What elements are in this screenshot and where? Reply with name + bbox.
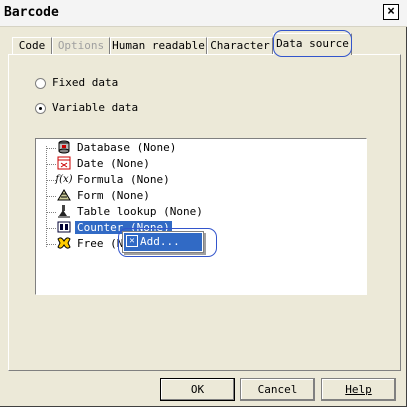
formula-icon: f(x) (55, 173, 73, 185)
fixed-data-option[interactable]: Fixed data (35, 76, 118, 89)
close-button[interactable]: × (383, 4, 399, 20)
window-title: Barcode (4, 5, 59, 20)
radio-variable-icon[interactable] (35, 102, 46, 114)
form-icon (56, 187, 72, 203)
free-icon (56, 235, 72, 251)
tab-human-readable[interactable]: Human readable (110, 37, 207, 54)
ok-button[interactable]: OK (160, 378, 235, 401)
variable-data-option[interactable]: Variable data (35, 101, 138, 114)
calendar-icon (56, 155, 72, 171)
context-menu-add[interactable]: ✕ Add... (124, 233, 202, 251)
title-bar[interactable]: Barcode × (0, 0, 407, 27)
table-lookup-icon (56, 203, 72, 219)
database-icon (56, 139, 72, 155)
variable-data-label: Variable data (52, 101, 139, 114)
context-menu: ✕ Add... (122, 231, 204, 253)
radio-fixed-icon[interactable] (35, 77, 46, 89)
barcode-dialog: Barcode × Code Options Human readable Ch… (0, 0, 407, 407)
help-button[interactable]: Help (321, 378, 396, 401)
counter-icon (56, 219, 72, 235)
tab-character[interactable]: Character (207, 37, 273, 54)
fixed-data-label: Fixed data (52, 76, 119, 89)
tab-options[interactable]: Options (52, 37, 110, 54)
add-icon: ✕ (126, 235, 138, 247)
tab-code[interactable]: Code (12, 37, 52, 54)
tab-data-source[interactable]: Data source (273, 33, 352, 55)
cancel-button[interactable]: Cancel (240, 378, 315, 401)
